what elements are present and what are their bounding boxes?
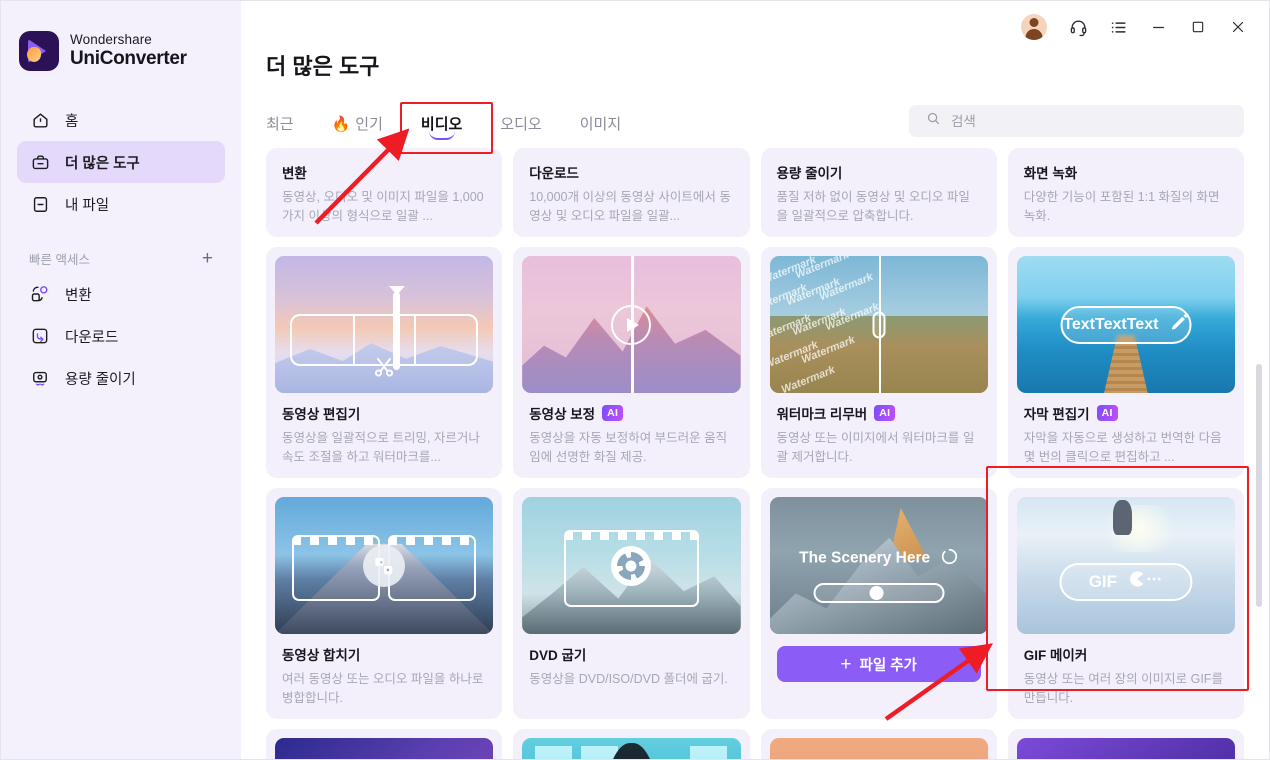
uniconverter-window: Wondershare UniConverter 홈 더 많은 도구 내 파일 … bbox=[0, 0, 1270, 760]
annotation-arrow-to-video-tab bbox=[314, 128, 993, 721]
